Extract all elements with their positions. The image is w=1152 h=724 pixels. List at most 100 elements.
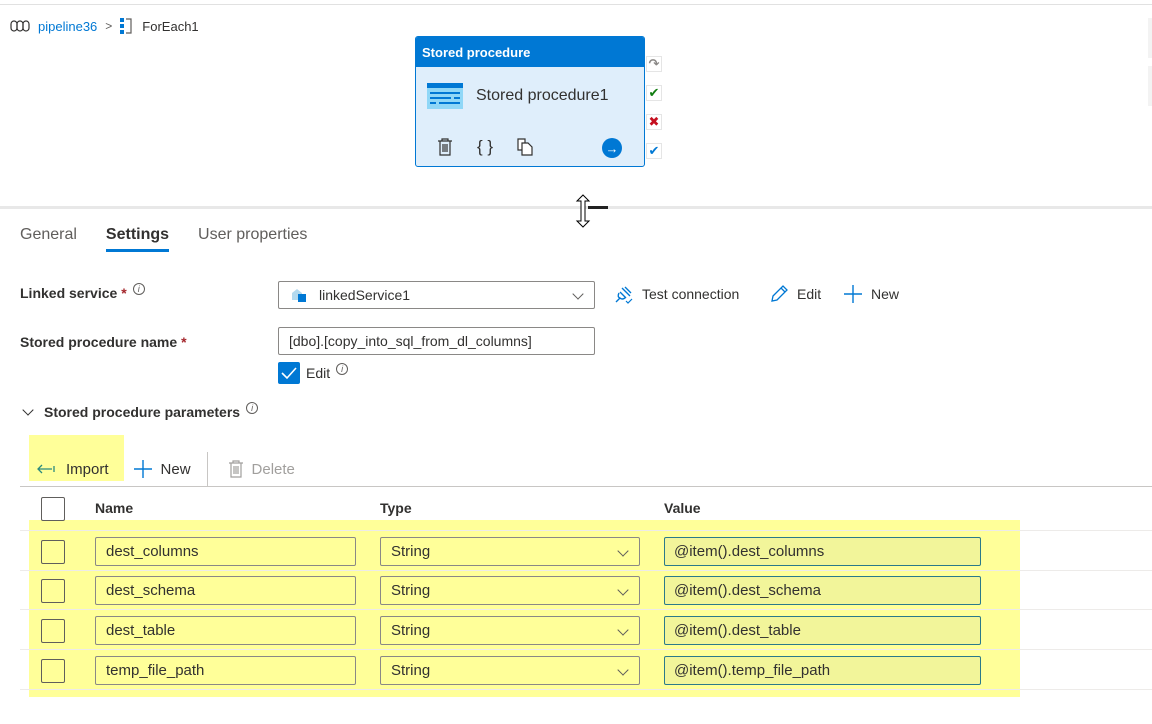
row-checkbox[interactable] (41, 579, 65, 603)
toolbar-divider (206, 452, 208, 486)
resize-cursor-icon (575, 194, 608, 228)
tab-user-properties[interactable]: User properties (198, 226, 307, 252)
foreach-icon (120, 18, 132, 34)
row-divider (20, 570, 1152, 571)
completion-check-icon: ✔ (648, 143, 660, 158)
stored-procedure-icon (427, 83, 463, 109)
new-linked-service-button[interactable]: New (843, 284, 899, 304)
row-divider (20, 689, 1152, 690)
row-checkbox[interactable] (41, 659, 65, 683)
tab-settings[interactable]: Settings (105, 226, 170, 252)
parameter-type-select[interactable]: String (380, 656, 640, 685)
failure-x-icon: ✖ (648, 114, 660, 129)
chevron-down-icon (617, 624, 629, 636)
row-divider (20, 609, 1152, 610)
parameter-name-input[interactable]: dest_schema (95, 576, 356, 605)
plug-icon (614, 284, 634, 304)
stored-procedure-parameters-toggle[interactable]: Stored procedure parameters i (22, 402, 259, 420)
row-checkbox[interactable] (41, 540, 65, 564)
activity-name: Stored procedure1 (476, 87, 609, 104)
parameter-type-value: String (391, 622, 431, 639)
required-marker: * (181, 334, 187, 350)
row-divider (20, 649, 1152, 650)
copy-icon[interactable] (514, 136, 536, 158)
parameter-name-input[interactable]: dest_table (95, 616, 356, 645)
new-parameter-label: New (160, 460, 191, 478)
code-icon[interactable]: { } (474, 136, 496, 158)
column-header-type: Type (380, 500, 412, 516)
new-parameter-button[interactable]: New (133, 459, 191, 479)
column-header-value: Value (664, 500, 701, 516)
toolbar-divider-line (20, 486, 1152, 487)
chevron-down-icon (617, 584, 629, 596)
import-button[interactable]: Import (36, 461, 109, 478)
breadcrumb: pipeline36 > ForEach1 (10, 18, 199, 34)
parameter-type-select[interactable]: String (380, 616, 640, 645)
delete-parameter-label: Delete (251, 460, 295, 478)
right-panel-edge (1148, 66, 1152, 106)
stored-procedure-name-label-text: Stored procedure name (20, 334, 178, 350)
parameter-value-input[interactable]: @item().dest_table (664, 616, 981, 645)
edit-checkbox[interactable]: Edit i (278, 362, 349, 384)
stored-procedure-name-label: Stored procedure name * (20, 334, 187, 350)
plus-icon (843, 284, 863, 304)
breadcrumb-pipeline-link[interactable]: pipeline36 (38, 19, 97, 34)
delete-icon[interactable] (434, 136, 456, 158)
info-icon[interactable]: i (132, 283, 145, 295)
parameter-value-input[interactable]: @item().temp_file_path (664, 656, 981, 685)
breadcrumb-separator: > (105, 19, 113, 33)
properties-tabs: General Settings User properties (20, 226, 307, 252)
delete-parameter-button[interactable]: Delete (228, 460, 295, 478)
completion-port[interactable]: ✔ (646, 143, 662, 159)
linked-service-label-text: Linked service (20, 285, 118, 301)
chevron-down-icon (617, 545, 629, 557)
linked-service-icon (292, 289, 306, 302)
parameter-type-value: String (391, 543, 431, 560)
info-icon[interactable]: i (246, 402, 259, 414)
parameter-name-input[interactable]: temp_file_path (95, 656, 356, 685)
top-border (0, 0, 1152, 5)
tab-general[interactable]: General (20, 226, 77, 252)
parameter-type-select[interactable]: String (380, 537, 640, 566)
chevron-down-icon (572, 288, 584, 300)
parameter-type-select[interactable]: String (380, 576, 640, 605)
info-icon[interactable]: i (336, 363, 349, 375)
row-checkbox[interactable] (41, 619, 65, 643)
arrow-right-circle-icon[interactable]: → (602, 138, 622, 158)
right-panel-edge (1148, 18, 1152, 58)
chevron-down-icon (617, 664, 629, 676)
column-header-name: Name (95, 500, 134, 516)
import-label: Import (66, 460, 109, 478)
failure-port[interactable]: ✖ (646, 114, 662, 130)
stored-procedure-name-input[interactable]: [dbo].[copy_into_sql_from_dl_columns] (278, 327, 595, 355)
edit-checkbox-label: Edit (306, 365, 331, 381)
pencil-icon (769, 284, 789, 304)
parameter-value-input[interactable]: @item().dest_columns (664, 537, 981, 566)
activity-ports: ↷ ✔ ✖ ✔ (646, 56, 662, 159)
activity-type-label: Stored procedure (416, 37, 644, 67)
checkbox-checked-icon[interactable] (278, 362, 300, 384)
import-arrow-icon (36, 463, 58, 475)
plus-icon (133, 459, 153, 479)
stored-procedure-activity[interactable]: Stored procedure Stored procedure1 { } → (415, 36, 645, 167)
linked-service-select[interactable]: linkedService1 (278, 281, 595, 309)
parameter-name-input[interactable]: dest_columns (95, 537, 356, 566)
new-label: New (871, 286, 900, 302)
parameters-section-label: Stored procedure parameters (44, 404, 241, 420)
test-connection-button[interactable]: Test connection (614, 284, 739, 304)
success-check-icon: ✔ (648, 85, 660, 100)
skip-icon: ↷ (648, 56, 660, 71)
linked-service-value: linkedService1 (319, 287, 411, 303)
success-port[interactable]: ✔ (646, 85, 662, 101)
edit-linked-service-button[interactable]: Edit (769, 284, 821, 304)
parameter-type-value: String (391, 582, 431, 599)
parameter-type-value: String (391, 662, 431, 679)
required-marker: * (121, 285, 127, 301)
parameters-toolbar: Import New Delete (36, 452, 295, 486)
select-all-checkbox[interactable] (41, 497, 65, 521)
pipeline-icon (10, 20, 30, 32)
parameter-value-input[interactable]: @item().dest_schema (664, 576, 981, 605)
skip-port[interactable]: ↷ (646, 56, 662, 72)
trash-icon (228, 460, 244, 478)
row-divider (20, 530, 1152, 531)
